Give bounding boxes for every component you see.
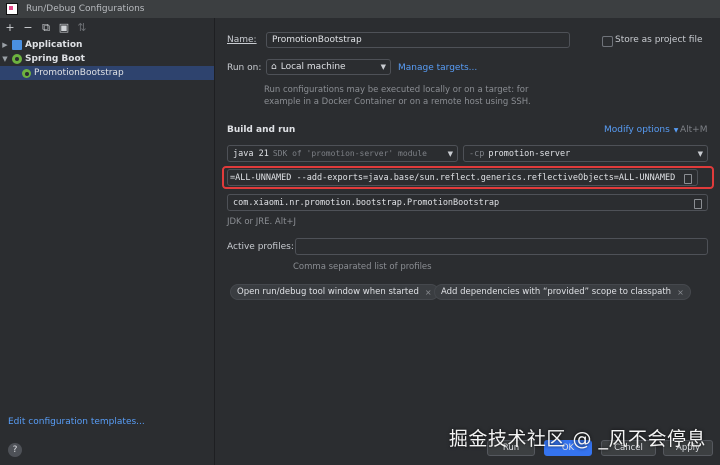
name-input[interactable]: PromotionBootstrap — [266, 32, 570, 48]
sort-config-button[interactable]: ⇅ — [76, 22, 88, 33]
run-on-select[interactable]: ⌂ Local machine ▼ — [266, 59, 391, 75]
chip-open-tool-window[interactable]: Open run/debug tool window when started … — [230, 284, 439, 300]
watermark-text: 掘金技术社区 @ _风不会停息 — [448, 428, 706, 450]
add-config-button[interactable]: + — [4, 22, 16, 33]
active-profiles-input[interactable] — [295, 238, 708, 255]
help-button[interactable]: ? — [8, 443, 22, 457]
configurations-tree: ▶ Application ▼ Spring Boot PromotionBoo… — [0, 38, 214, 80]
save-config-button[interactable]: ▣ — [58, 22, 70, 33]
store-as-project-file-checkbox[interactable] — [602, 36, 613, 47]
name-input-value: PromotionBootstrap — [272, 35, 362, 45]
tree-item-application[interactable]: ▶ Application — [0, 38, 214, 52]
store-as-project-file-label: Store as project file — [615, 35, 703, 45]
vm-options-value: =ALL-UNNAMED --add-exports=java.base/sun… — [230, 172, 676, 183]
vm-options-input[interactable]: =ALL-UNNAMED --add-exports=java.base/sun… — [227, 169, 698, 186]
chip-label: Open run/debug tool window when started — [237, 287, 419, 297]
active-profiles-label: Active profiles: — [227, 242, 294, 252]
jdk-hint: JDK or JRE. Alt+J — [227, 217, 297, 227]
copy-config-button[interactable]: ⧉ — [40, 22, 52, 33]
window-title: Run/Debug Configurations — [26, 4, 145, 14]
main-class-value: com.xiaomi.nr.promotion.bootstrap.Promot… — [233, 197, 500, 208]
tree-item-promotion-bootstrap[interactable]: PromotionBootstrap — [0, 66, 214, 80]
chevron-down-icon: ▼ — [673, 127, 679, 134]
run-on-label: Run on: — [227, 63, 262, 73]
intellij-app-icon — [6, 3, 18, 15]
classpath-value: promotion-server — [488, 148, 571, 159]
run-on-value: Local machine — [280, 62, 346, 72]
jdk-module-value: SDK of 'promotion-server' module — [272, 149, 427, 158]
configurations-sidebar: + − ⧉ ▣ ⇅ ▶ Application ▼ Spring Boot Pr… — [0, 18, 215, 465]
chevron-right-icon[interactable]: ▶ — [0, 41, 10, 49]
chevron-down-icon: ▼ — [380, 63, 386, 71]
sidebar-toolbar: + − ⧉ ▣ ⇅ — [0, 18, 214, 36]
classpath-select[interactable]: -cp promotion-server ▼ — [463, 145, 708, 162]
title-bar: Run/Debug Configurations — [0, 0, 720, 18]
modify-options-label: Modify options — [604, 125, 670, 135]
classpath-prefix: -cp — [469, 148, 485, 159]
home-icon: ⌂ — [271, 62, 277, 72]
tree-item-label: Application — [25, 40, 83, 50]
chip-provided-scope[interactable]: Add dependencies with “provided” scope t… — [434, 284, 691, 300]
remove-config-button[interactable]: − — [22, 22, 34, 33]
jdk-select[interactable]: java 21 SDK of 'promotion-server' module… — [227, 145, 458, 162]
configuration-editor: Name: PromotionBootstrap Store as projec… — [215, 18, 720, 465]
build-and-run-heading: Build and run — [227, 125, 296, 135]
manage-targets-link[interactable]: Manage targets... — [398, 63, 477, 73]
modify-options-link[interactable]: Modify options ▼ — [604, 125, 678, 135]
main-class-input[interactable]: com.xiaomi.nr.promotion.bootstrap.Promot… — [227, 194, 708, 211]
edit-templates-link[interactable]: Edit configuration templates... — [8, 417, 145, 427]
chevron-down-icon[interactable]: ▼ — [0, 55, 10, 63]
run-on-hint-line1: Run configurations may be executed local… — [264, 85, 529, 95]
modify-options-shortcut: Alt+M — [680, 125, 708, 135]
tree-item-spring-boot[interactable]: ▼ Spring Boot — [0, 52, 214, 66]
browse-class-icon[interactable] — [694, 199, 702, 209]
run-on-hint-line2: example in a Docker Container or on a re… — [264, 97, 531, 107]
chevron-down-icon: ▼ — [447, 149, 453, 158]
chip-label: Add dependencies with “provided” scope t… — [441, 287, 672, 297]
jdk-value: java 21 — [233, 148, 269, 159]
close-icon[interactable]: × — [677, 288, 684, 297]
spring-boot-icon — [12, 54, 22, 64]
tree-item-label: PromotionBootstrap — [34, 68, 124, 78]
spring-boot-config-icon — [22, 68, 31, 78]
name-label: Name: — [227, 35, 257, 45]
close-icon[interactable]: × — [425, 288, 432, 297]
chevron-down-icon: ▼ — [697, 149, 703, 158]
tree-item-label: Spring Boot — [25, 54, 85, 64]
profiles-hint: Comma separated list of profiles — [293, 262, 432, 272]
application-icon — [12, 40, 22, 50]
expand-field-icon[interactable] — [684, 174, 692, 184]
